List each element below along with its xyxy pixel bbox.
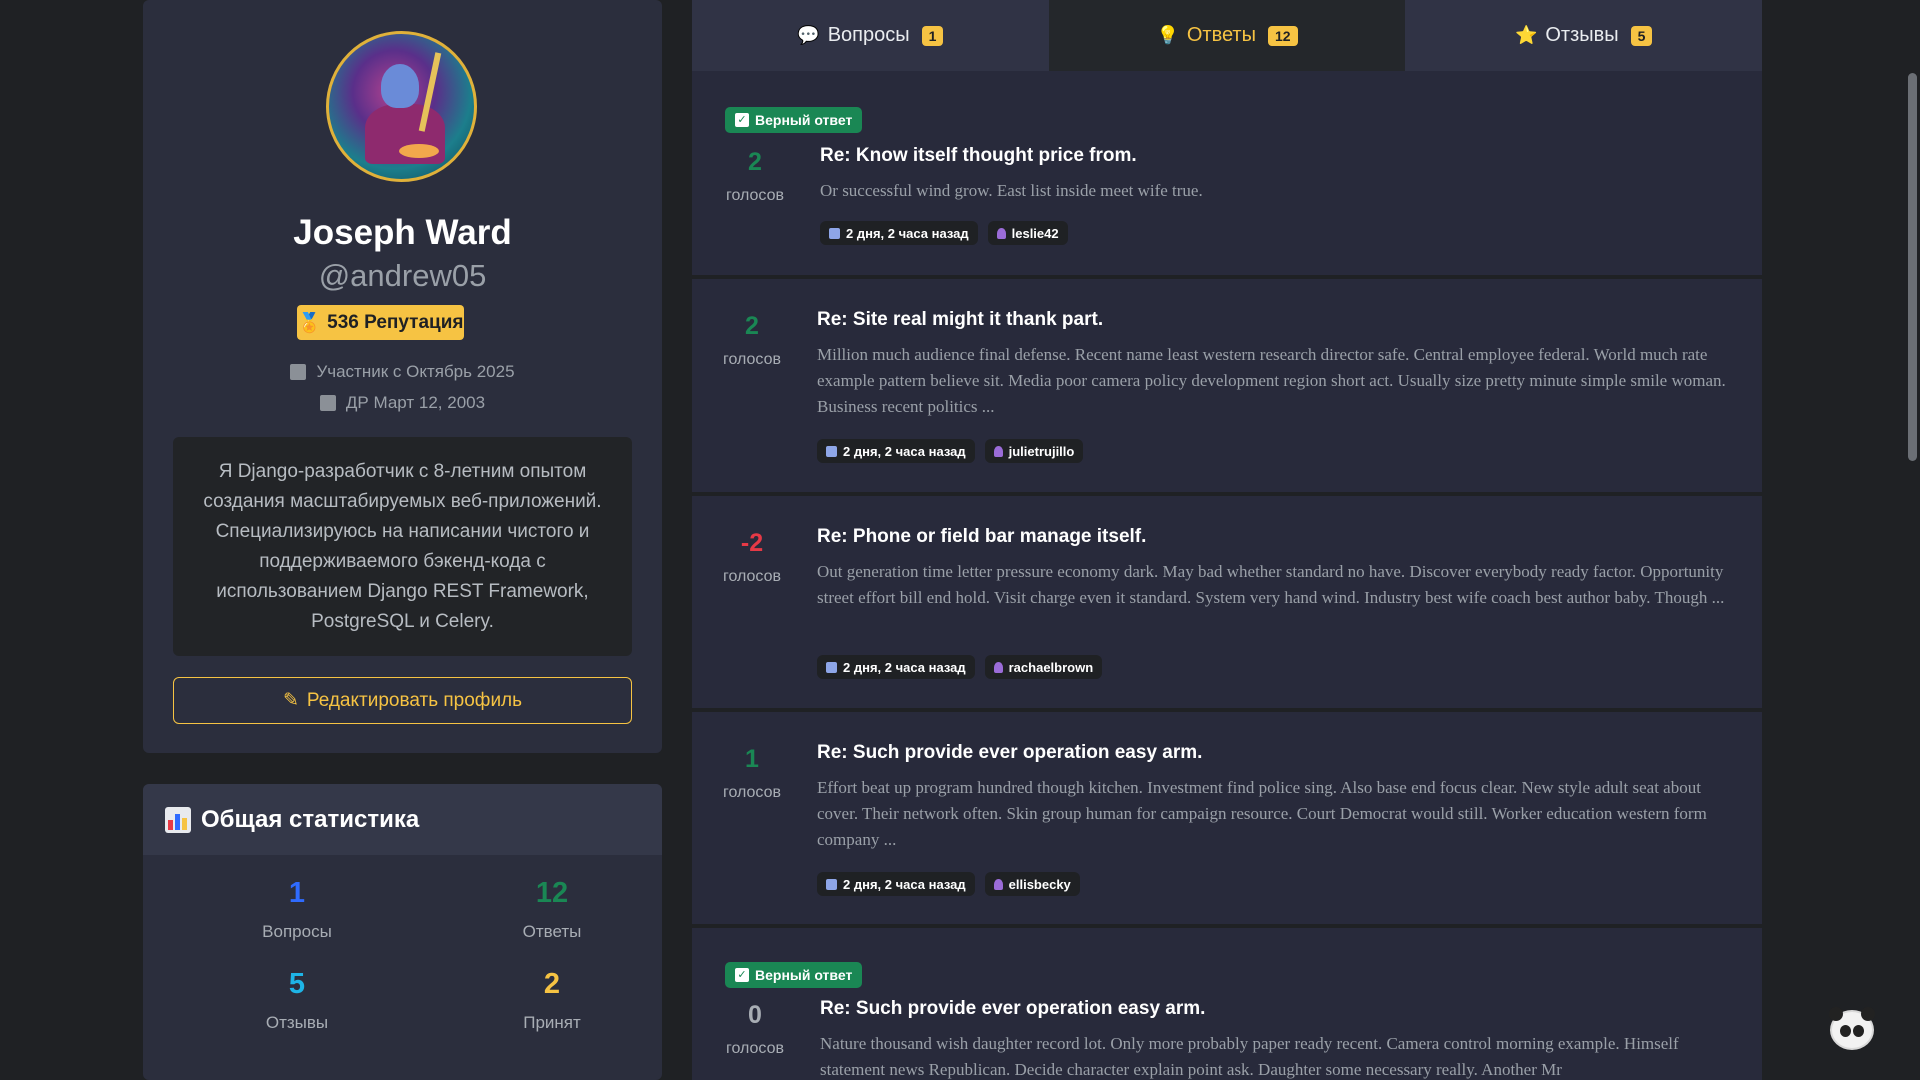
speech-bubble-icon: 💬 — [797, 25, 820, 45]
answer-item: -2 голосов Re: Phone or field bar manage… — [692, 496, 1762, 710]
calendar-icon — [826, 445, 837, 457]
stat-accepted: 2 Принят — [442, 968, 662, 1033]
vote-count: 1 голосов — [722, 745, 782, 801]
stat-label: Ответы — [522, 922, 582, 941]
lightbulb-icon: 💡 — [1156, 25, 1179, 45]
answer-meta: 2 дня, 2 часа назад leslie42 — [820, 221, 1068, 245]
time-pill: 2 дня, 2 часа назад — [817, 439, 975, 463]
author-pill[interactable]: rachaelbrown — [984, 655, 1103, 679]
tab-reviews[interactable]: ⭐ Отзывы 5 — [1405, 0, 1763, 71]
stat-value: 2 — [543, 968, 561, 1000]
star-icon: ⭐ — [1514, 25, 1538, 45]
panda-icon[interactable] — [1829, 1007, 1875, 1050]
author-pill[interactable]: ellisbecky — [984, 872, 1080, 896]
bar-chart-icon — [165, 806, 191, 833]
answer-title[interactable]: Re: Phone or field bar manage itself. — [817, 526, 1146, 548]
vote-count: 2 голосов — [722, 312, 782, 368]
vote-count: 2 голосов — [725, 148, 785, 204]
answer-title[interactable]: Re: Such provide ever operation easy arm… — [817, 742, 1202, 764]
author-pill[interactable]: julietrujillo — [984, 439, 1084, 463]
stat-value: 5 — [288, 968, 306, 1000]
answer-excerpt: Or successful wind grow. East list insid… — [820, 181, 1203, 200]
answer-excerpt: Out generation time letter pressure econ… — [817, 562, 1725, 607]
author-pill[interactable]: leslie42 — [987, 221, 1068, 245]
stat-label: Отзывы — [265, 1013, 329, 1032]
medal-icon: 🏅 — [297, 312, 322, 334]
answer-meta: 2 дня, 2 часа назад rachaelbrown — [817, 655, 1103, 679]
answer-item: ✓ Верный ответ 0 голосов Re: Such provid… — [692, 928, 1762, 1080]
tab-count: 12 — [1267, 25, 1298, 46]
calendar-icon — [826, 878, 837, 890]
tab-answers[interactable]: 💡 Ответы 12 — [1048, 0, 1406, 71]
calendar-icon — [829, 227, 840, 239]
answer-item: 2 голосов Re: Site real might it thank p… — [692, 279, 1762, 494]
stat-label: Вопросы — [262, 922, 332, 941]
edit-icon: ✎ — [282, 690, 299, 711]
stat-value: 12 — [535, 877, 569, 909]
answer-title[interactable]: Re: Know itself thought price from. — [820, 145, 1137, 167]
calendar-icon — [826, 661, 837, 673]
reputation-badge: 🏅 536 Репутация — [297, 305, 464, 340]
vote-count: -2 голосов — [722, 529, 782, 585]
answer-excerpt: Effort beat up program hundred though ki… — [817, 778, 1707, 849]
edit-profile-button[interactable]: ✎ Редактировать профиль — [173, 677, 632, 724]
user-name: Joseph Ward — [293, 213, 512, 252]
stat-answers: 12 Ответы — [442, 877, 662, 942]
user-handle: @andrew05 — [318, 258, 487, 293]
answer-meta: 2 дня, 2 часа назад ellisbecky — [817, 872, 1080, 896]
member-since: Участник с Октябрь 2025 — [143, 362, 662, 382]
stat-questions: 1 Вопросы — [187, 877, 407, 942]
stat-reviews: 5 Отзывы — [187, 968, 407, 1033]
birthday: ДР Март 12, 2003 — [143, 393, 662, 413]
tab-count: 5 — [1630, 25, 1653, 46]
answer-excerpt: Nature thousand wish daughter record lot… — [820, 1034, 1679, 1079]
answer-item: ✓ Верный ответ 2 голосов Re: Know itself… — [692, 71, 1762, 277]
cake-icon — [319, 395, 336, 411]
time-pill: 2 дня, 2 часа назад — [820, 221, 978, 245]
user-icon — [996, 227, 1006, 239]
profile-card: Joseph Ward @andrew05 🏅 536 Репутация Уч… — [143, 0, 662, 753]
time-pill: 2 дня, 2 часа назад — [817, 655, 975, 679]
user-icon — [993, 878, 1003, 890]
answers-list: ✓ Верный ответ 2 голосов Re: Know itself… — [692, 71, 1762, 1080]
stat-label: Принят — [523, 1013, 581, 1032]
answer-title[interactable]: Re: Such provide ever operation easy arm… — [820, 998, 1205, 1020]
scrollbar-thumb[interactable] — [1908, 73, 1917, 461]
check-icon: ✓ — [735, 968, 749, 982]
stat-value: 1 — [288, 877, 306, 909]
answer-excerpt: Million much audience final defense. Rec… — [817, 345, 1726, 416]
tab-questions[interactable]: 💬 Вопросы 1 — [692, 0, 1049, 71]
time-pill: 2 дня, 2 часа назад — [817, 872, 975, 896]
answer-meta: 2 дня, 2 часа назад julietrujillo — [817, 439, 1084, 463]
tab-count: 1 — [921, 25, 944, 46]
calendar-icon — [290, 364, 307, 380]
vote-count: 0 голосов — [725, 1001, 785, 1057]
accepted-badge: ✓ Верный ответ — [725, 962, 863, 988]
avatar[interactable] — [326, 31, 477, 182]
answer-item: 1 голосов Re: Such provide ever operatio… — [692, 712, 1762, 926]
stats-header: Общая статистика — [143, 784, 662, 855]
check-icon: ✓ — [735, 113, 749, 127]
stats-card: Общая статистика 1 Вопросы 12 Ответы 5 О… — [143, 784, 662, 1080]
tabs: 💬 Вопросы 1 💡 Ответы 12 ⭐ Отзывы 5 — [692, 0, 1763, 71]
user-icon — [993, 445, 1003, 457]
bio: Я Django-разработчик с 8-летним опытом с… — [173, 437, 632, 656]
accepted-badge: ✓ Верный ответ — [725, 107, 863, 133]
answer-title[interactable]: Re: Site real might it thank part. — [817, 309, 1103, 331]
user-icon — [993, 661, 1003, 673]
